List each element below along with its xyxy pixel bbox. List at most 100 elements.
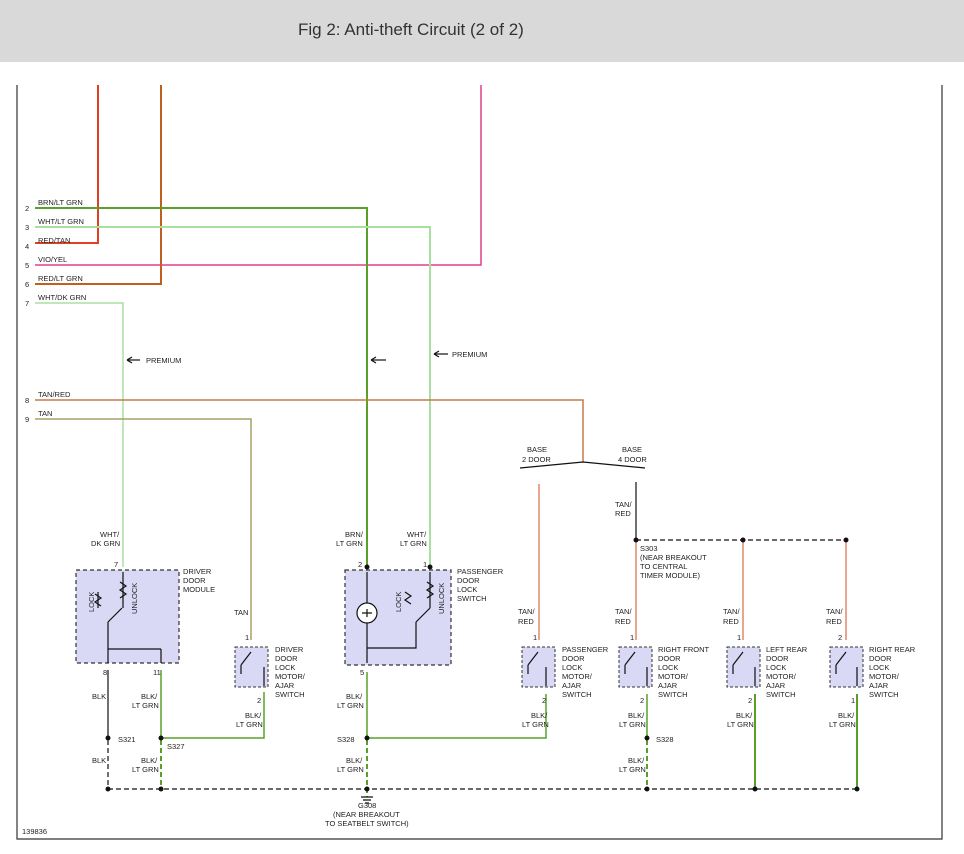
svg-text:AJAR: AJAR: [275, 681, 295, 690]
pin-9: 9: [25, 415, 29, 424]
svg-text:AJAR: AJAR: [562, 681, 582, 690]
svg-text:MODULE: MODULE: [183, 585, 215, 594]
tan-red-main-l2: RED: [615, 509, 631, 518]
svg-text:SWITCH: SWITCH: [766, 690, 796, 699]
driver-switch-label: DRIVER DOOR LOCK MOTOR/ AJAR SWITCH: [275, 645, 306, 699]
svg-text:SWITCH: SWITCH: [457, 594, 487, 603]
svg-text:MOTOR/: MOTOR/: [275, 672, 306, 681]
tan-red-lr-l1: TAN/: [723, 607, 740, 616]
svg-text:DOOR: DOOR: [869, 654, 892, 663]
svg-text:DOOR: DOOR: [766, 654, 789, 663]
svg-text:BLK: BLK: [92, 692, 106, 701]
svg-text:LT GRN: LT GRN: [132, 701, 159, 710]
wire-wht-dk-grn: [35, 302, 124, 567]
svg-text:LOCK: LOCK: [275, 663, 295, 672]
driver-unlock-label: UNLOCK: [130, 583, 139, 614]
figure-id: 139836: [22, 827, 47, 836]
svg-text:BLK/: BLK/: [838, 711, 855, 720]
wire-label-wht-dk-grn: WHT/DK GRN: [38, 293, 86, 302]
pin-2: 2: [25, 204, 29, 213]
wire-label-tan: TAN: [38, 409, 52, 418]
svg-text:MOTOR/: MOTOR/: [869, 672, 900, 681]
svg-text:BLK/: BLK/: [736, 711, 753, 720]
svg-text:1: 1: [533, 633, 537, 642]
svg-text:2: 2: [748, 696, 752, 705]
pin-5: 5: [25, 261, 29, 270]
svg-text:PASSENGER: PASSENGER: [562, 645, 609, 654]
svg-text:2: 2: [257, 696, 261, 705]
tan-red-rf-l2: RED: [615, 617, 631, 626]
lower-wire-labels: BLK BLK/ LT GRN BLK/ LT GRN BLK/ LT GRN …: [92, 692, 856, 774]
svg-text:BLK/: BLK/: [141, 756, 158, 765]
svg-text:AJAR: AJAR: [869, 681, 889, 690]
s303-l1: S303: [640, 544, 658, 553]
svg-text:BLK/: BLK/: [628, 711, 645, 720]
driver-lock-label: LOCK: [87, 592, 96, 612]
svg-text:LT GRN: LT GRN: [337, 765, 364, 774]
svg-text:AJAR: AJAR: [766, 681, 786, 690]
svg-text:LT GRN: LT GRN: [522, 720, 549, 729]
svg-text:LOCK: LOCK: [869, 663, 889, 672]
svg-text:DOOR: DOOR: [562, 654, 585, 663]
svg-text:S321: S321: [118, 735, 136, 744]
svg-text:LT GRN: LT GRN: [337, 701, 364, 710]
wire-label-red-tan: RED/TAN: [38, 236, 70, 245]
svg-text:LT GRN: LT GRN: [619, 720, 646, 729]
svg-text:LOCK: LOCK: [562, 663, 582, 672]
brn-lt-grn-l2: LT GRN: [336, 539, 363, 548]
svg-text:1: 1: [245, 633, 249, 642]
wire-blk-lt-grn-pass: [366, 672, 547, 739]
tan-red-main-l1: TAN/: [615, 500, 632, 509]
pass-lock-label: LOCK: [394, 592, 403, 612]
g308-label: G308 (NEAR BREAKOUT TO SEATBELT SWITCH): [325, 801, 409, 828]
svg-text:DRIVER: DRIVER: [183, 567, 212, 576]
wire-label-vio-yel: VIO/YEL: [38, 255, 67, 264]
wire-label-wht-lt-grn: WHT/LT GRN: [38, 217, 84, 226]
s303-l2: (NEAR BREAKOUT: [640, 553, 707, 562]
svg-text:LT GRN: LT GRN: [829, 720, 856, 729]
s303-l3: TO CENTRAL: [640, 562, 687, 571]
wiring-diagram: 2 BRN/LT GRN 3 WHT/LT GRN 4 RED/TAN 5 VI…: [16, 85, 943, 840]
svg-text:SWITCH: SWITCH: [658, 690, 688, 699]
driver-ajar-switch: [234, 646, 269, 688]
right-rear-switch-label: RIGHT REAR DOOR LOCK MOTOR/ AJAR SWITCH: [869, 645, 916, 699]
figure-header: Fig 2: Anti-theft Circuit (2 of 2): [0, 0, 964, 62]
svg-text:DOOR: DOOR: [183, 576, 206, 585]
svg-text:LOCK: LOCK: [766, 663, 786, 672]
premium-label-1: PREMIUM: [146, 356, 181, 365]
svg-text:11: 11: [153, 668, 161, 677]
premium-arrow-3: [433, 350, 448, 358]
tan-red-lr-l2: RED: [723, 617, 739, 626]
brn-lt-grn-l1: BRN/: [345, 530, 364, 539]
base-4door-l2: 4 DOOR: [618, 455, 647, 464]
wht-lt-grn-l1: WHT/: [407, 530, 427, 539]
svg-text:LT GRN: LT GRN: [132, 765, 159, 774]
wire-wht-lt-grn: [35, 226, 431, 567]
passenger-lock-switch-label: PASSENGER DOOR LOCK SWITCH: [457, 567, 504, 603]
svg-text:5: 5: [360, 668, 364, 677]
svg-text:8: 8: [103, 668, 107, 677]
svg-text:BLK/: BLK/: [531, 711, 548, 720]
wire-label-tan-red: TAN/RED: [38, 390, 71, 399]
svg-text:LEFT REAR: LEFT REAR: [766, 645, 808, 654]
tan-red-pass-l1: TAN/: [518, 607, 535, 616]
svg-text:DRIVER: DRIVER: [275, 645, 304, 654]
pin-3: 3: [25, 223, 29, 232]
right-rear-ajar-switch: [829, 646, 864, 688]
svg-text:1: 1: [851, 696, 855, 705]
wire-label-brn-lt-grn: BRN/LT GRN: [38, 198, 83, 207]
svg-text:BLK/: BLK/: [245, 711, 262, 720]
svg-text:LT GRN: LT GRN: [619, 765, 646, 774]
svg-text:RIGHT REAR: RIGHT REAR: [869, 645, 916, 654]
wht-dk-grn-l2: DK GRN: [91, 539, 120, 548]
svg-text:BLK/: BLK/: [141, 692, 158, 701]
svg-text:LOCK: LOCK: [658, 663, 678, 672]
pin-7: 7: [25, 299, 29, 308]
premium-label-2: PREMIUM: [452, 350, 487, 359]
svg-text:1: 1: [737, 633, 741, 642]
wire-group: [35, 85, 858, 797]
base-2door-l1: BASE: [527, 445, 547, 454]
svg-text:PASSENGER: PASSENGER: [457, 567, 504, 576]
svg-text:2: 2: [838, 633, 842, 642]
svg-text:BLK/: BLK/: [628, 756, 645, 765]
